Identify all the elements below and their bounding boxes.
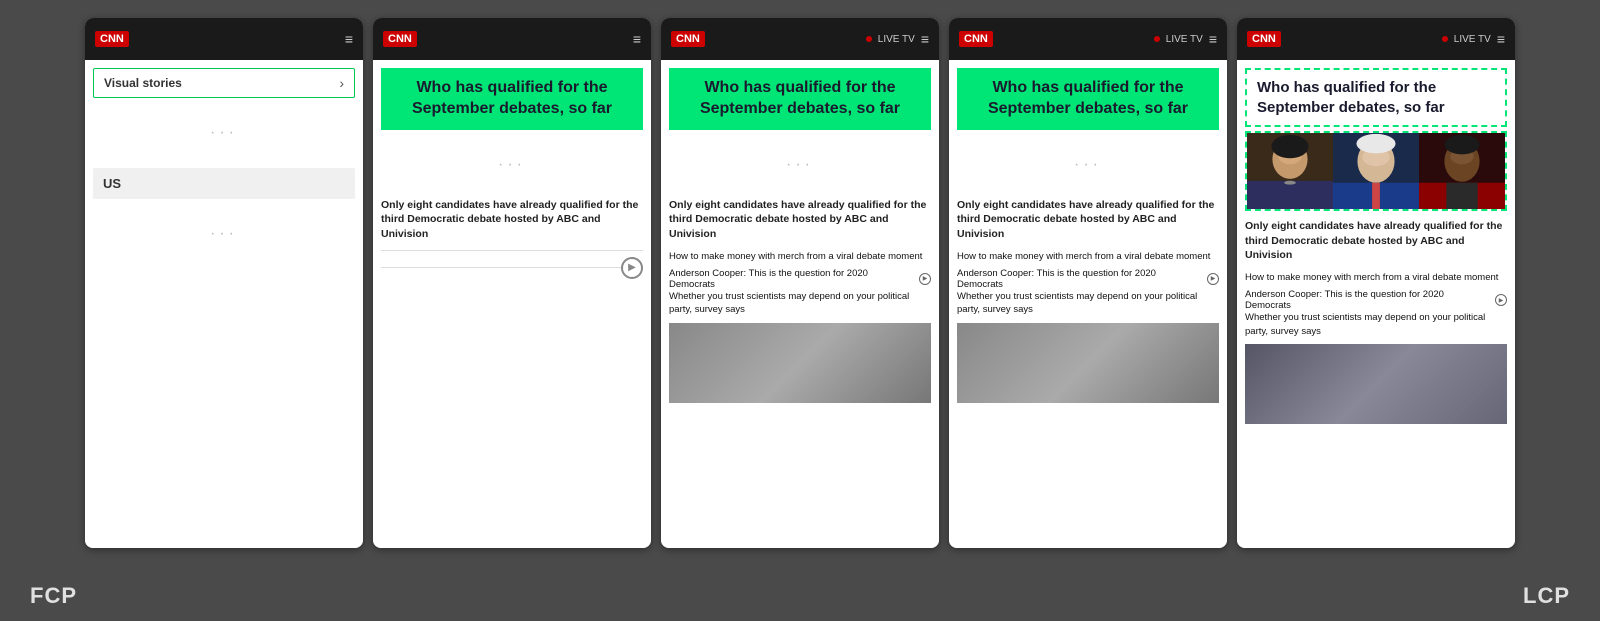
main-article-text-5: Only eight candidates have already quali…	[1245, 219, 1507, 263]
link-1-phone4[interactable]: How to make money with merch from a vira…	[957, 250, 1219, 263]
link-1-phone3[interactable]: How to make money with merch from a vira…	[669, 250, 931, 263]
cnn-header-2: CNN ≡	[373, 18, 651, 60]
play-icon-small-4[interactable]: ▶	[1207, 273, 1219, 285]
link-2-phone5-container: Anderson Cooper: This is the question fo…	[1245, 289, 1507, 311]
headline-text-4: Who has qualified for the September deba…	[969, 78, 1207, 120]
cnn-logo-5: CNN	[1247, 31, 1281, 47]
phone-3: CNN LIVE TV ≡ Who has qualified for the …	[661, 18, 939, 548]
cnn-header-4: CNN LIVE TV ≡	[949, 18, 1227, 60]
phone-1-content: Visual stories › ··· US ···	[85, 60, 363, 548]
article-body-4: Only eight candidates have already quali…	[949, 194, 1227, 548]
link-3-phone4[interactable]: Whether you trust scientists may depend …	[957, 290, 1219, 317]
cnn-logo-2: CNN	[383, 31, 417, 47]
cnn-header-5: CNN LIVE TV ≡	[1237, 18, 1515, 60]
phone-2-content: Who has qualified for the September deba…	[373, 60, 651, 548]
headline-box-3: Who has qualified for the September deba…	[669, 68, 931, 130]
headline-box-2: Who has qualified for the September deba…	[381, 68, 643, 130]
face-booker	[1419, 133, 1505, 209]
link-3-phone3[interactable]: Whether you trust scientists may depend …	[669, 290, 931, 317]
link-2-phone3[interactable]: Anderson Cooper: This is the question fo…	[669, 268, 916, 290]
candidate-faces-image	[1245, 131, 1507, 211]
divider-2a	[381, 250, 643, 251]
screenshots-row: CNN ≡ Visual stories › ··· US ··· CNN ≡	[0, 0, 1600, 575]
loading-dots-phone3: ···	[661, 136, 939, 194]
phone-5: CNN LIVE TV ≡ Who has qualified for the …	[1237, 18, 1515, 548]
hamburger-icon-2[interactable]: ≡	[633, 31, 641, 47]
link-2-phone3-container: Anderson Cooper: This is the question fo…	[669, 268, 931, 290]
header-right-4: LIVE TV ≡	[1154, 31, 1217, 47]
article-body-5: Only eight candidates have already quali…	[1237, 215, 1515, 548]
main-container: CNN ≡ Visual stories › ··· US ··· CNN ≡	[0, 0, 1600, 621]
main-article-text-3: Only eight candidates have already quali…	[669, 198, 931, 242]
headline-box-4: Who has qualified for the September deba…	[957, 68, 1219, 130]
image-inner-3	[669, 323, 931, 403]
play-icon-small-5[interactable]: ▶	[1495, 294, 1507, 306]
live-dot-5	[1442, 36, 1448, 42]
hamburger-icon-5[interactable]: ≡	[1497, 31, 1505, 47]
cnn-header-3: CNN LIVE TV ≡	[661, 18, 939, 60]
labels-row: FCP LCP	[0, 575, 1600, 621]
cnn-logo-1: CNN	[95, 31, 129, 47]
bottom-image-phone4	[957, 323, 1219, 403]
phone-3-content: Who has qualified for the September deba…	[661, 60, 939, 548]
lcp-label: LCP	[1523, 583, 1570, 609]
loading-dots-1: ···	[85, 104, 363, 162]
article-body-2: Only eight candidates have already quali…	[373, 194, 651, 548]
link-2-phone4-container: Anderson Cooper: This is the question fo…	[957, 268, 1219, 290]
main-article-text-2: Only eight candidates have already quali…	[381, 198, 643, 242]
header-right-3: LIVE TV ≡	[866, 31, 929, 47]
hamburger-icon-3[interactable]: ≡	[921, 31, 929, 47]
link-3-phone5[interactable]: Whether you trust scientists may depend …	[1245, 311, 1507, 338]
headline-box-5: Who has qualified for the September deba…	[1245, 68, 1507, 127]
video-placeholder-row-2: ▶	[381, 257, 643, 279]
play-icon-small-3[interactable]: ▶	[919, 273, 931, 285]
face-biden	[1333, 133, 1419, 209]
bottom-image-phone5	[1245, 344, 1507, 424]
live-dot-4	[1154, 36, 1160, 42]
main-article-text-4: Only eight candidates have already quali…	[957, 198, 1219, 242]
header-right-5: LIVE TV ≡	[1442, 31, 1505, 47]
cnn-logo-4: CNN	[959, 31, 993, 47]
hamburger-icon-1[interactable]: ≡	[345, 31, 353, 47]
link-2-phone4[interactable]: Anderson Cooper: This is the question fo…	[957, 268, 1204, 290]
cnn-header-1: CNN ≡	[85, 18, 363, 60]
loading-dots-phone4: ···	[949, 136, 1227, 194]
bottom-image-phone3	[669, 323, 931, 403]
phone-1: CNN ≡ Visual stories › ··· US ···	[85, 18, 363, 548]
article-body-3: Only eight candidates have already quali…	[661, 194, 939, 548]
phone-2: CNN ≡ Who has qualified for the Septembe…	[373, 18, 651, 548]
visual-stories-label: Visual stories	[104, 76, 182, 90]
headline-text-5: Who has qualified for the September deba…	[1257, 78, 1495, 117]
phone-4-content: Who has qualified for the September deba…	[949, 60, 1227, 548]
loading-dots-phone2: ···	[373, 136, 651, 194]
cnn-logo-3: CNN	[671, 31, 705, 47]
link-2-phone5[interactable]: Anderson Cooper: This is the question fo…	[1245, 289, 1492, 311]
hamburger-icon-4[interactable]: ≡	[1209, 31, 1217, 47]
live-dot-3	[866, 36, 872, 42]
fcp-label: FCP	[30, 583, 77, 609]
chevron-right-icon: ›	[339, 75, 344, 91]
face-kamala	[1247, 133, 1333, 209]
visual-stories-bar[interactable]: Visual stories ›	[93, 68, 355, 98]
headline-text-3: Who has qualified for the September deba…	[681, 78, 919, 120]
live-tv-label-4: LIVE TV	[1166, 34, 1203, 45]
phone-4: CNN LIVE TV ≡ Who has qualified for the …	[949, 18, 1227, 548]
us-section-bar: US	[93, 168, 355, 199]
image-inner-4	[957, 323, 1219, 403]
play-icon-2[interactable]: ▶	[621, 257, 643, 279]
image-inner-5	[1245, 344, 1507, 424]
headline-text-2: Who has qualified for the September deba…	[393, 78, 631, 120]
link-1-phone5[interactable]: How to make money with merch from a vira…	[1245, 271, 1507, 284]
live-tv-label-5: LIVE TV	[1454, 34, 1491, 45]
loading-dots-2: ···	[85, 205, 363, 263]
phone-5-content: Who has qualified for the September deba…	[1237, 60, 1515, 548]
live-tv-label-3: LIVE TV	[878, 34, 915, 45]
